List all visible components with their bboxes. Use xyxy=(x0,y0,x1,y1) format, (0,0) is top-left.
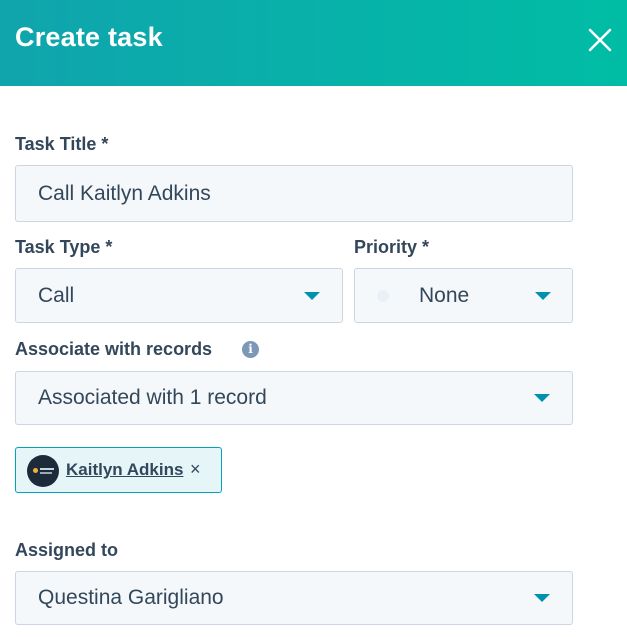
info-icon[interactable]: i xyxy=(242,341,259,358)
remove-icon[interactable]: × xyxy=(190,459,201,480)
task-title-label: Task Title * xyxy=(15,134,109,154)
task-type-select[interactable]: Call xyxy=(15,268,343,323)
priority-label: Priority * xyxy=(354,237,430,257)
avatar xyxy=(27,455,59,487)
dialog-title: Create task xyxy=(15,22,163,52)
assigned-label: Assigned to xyxy=(15,540,119,560)
associate-value: Associated with 1 record xyxy=(38,386,267,409)
close-button[interactable] xyxy=(585,25,615,55)
associate-label: Associate with records xyxy=(15,339,213,359)
priority-select[interactable]: None xyxy=(354,268,573,323)
caret-down-icon xyxy=(304,291,320,300)
priority-value: None xyxy=(419,283,470,307)
dialog-header: Create task xyxy=(0,0,627,86)
task-title-input[interactable]: Call Kaitlyn Adkins xyxy=(15,165,573,222)
record-link[interactable]: Kaitlyn Adkins xyxy=(66,460,183,480)
assigned-value: Questina Garigliano xyxy=(38,586,224,609)
caret-down-icon xyxy=(534,394,550,402)
task-type-value: Call xyxy=(38,283,75,307)
close-icon xyxy=(588,28,612,52)
task-type-label: Task Type * xyxy=(15,237,113,257)
caret-down-icon xyxy=(535,291,551,300)
assigned-select[interactable]: Questina Garigliano xyxy=(15,571,573,625)
task-title-value: Call Kaitlyn Adkins xyxy=(38,181,211,205)
caret-down-icon xyxy=(534,594,550,602)
record-chip: Kaitlyn Adkins × xyxy=(15,447,222,493)
associate-select[interactable]: Associated with 1 record xyxy=(15,371,573,425)
priority-dot-icon xyxy=(377,289,389,302)
